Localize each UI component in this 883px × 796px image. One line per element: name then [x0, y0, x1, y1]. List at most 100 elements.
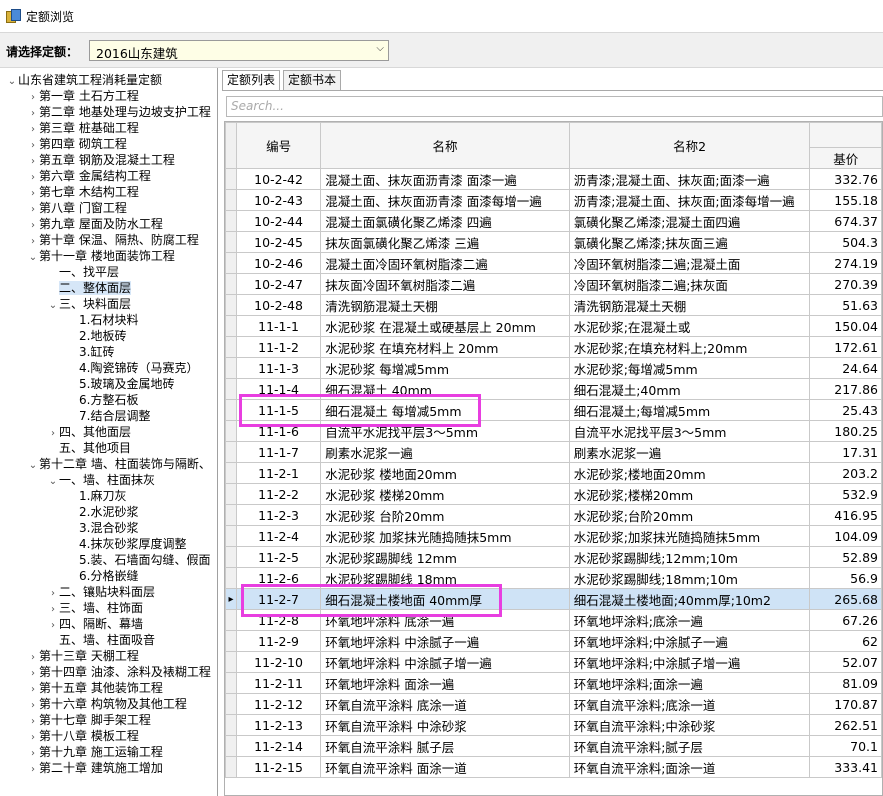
- cell-price[interactable]: 56.9: [809, 567, 882, 589]
- tree-node[interactable]: 5.装、石墙面勾缝、假面: [67, 552, 210, 568]
- cell-name2[interactable]: 清洗钢筋混凝土天棚: [568, 294, 811, 316]
- table-row[interactable]: 11-2-14 环氧自流平涂料 腻子层 环氧自流平涂料;腻子层 70.1: [225, 735, 882, 757]
- tree-node[interactable]: › 四、隔断、幕墙: [47, 616, 143, 632]
- cell-name[interactable]: 环氧地坪涂料 面涂一遍: [320, 672, 570, 694]
- col-header-code[interactable]: 编号: [235, 122, 322, 169]
- row-header[interactable]: [225, 336, 237, 358]
- cell-name2[interactable]: 水泥砂浆;加浆抹光随捣随抹5mm: [568, 525, 811, 547]
- table-row[interactable]: 11-1-3 水泥砂浆 每增减5mm 水泥砂浆;每增减5mm 24.64: [225, 357, 882, 379]
- cell-name[interactable]: 水泥砂浆 在混凝土或硬基层上 20mm: [320, 315, 570, 337]
- tree-node[interactable]: › 第四章 砌筑工程: [27, 136, 127, 152]
- cell-code[interactable]: 11-2-4: [235, 525, 322, 547]
- tree-node[interactable]: 五、其他项目: [47, 440, 131, 456]
- row-header[interactable]: [225, 252, 237, 274]
- table-row[interactable]: 10-2-44 混凝土面氯磺化聚乙烯漆 四遍 氯磺化聚乙烯漆;混凝土面四遍 674.3…: [225, 210, 882, 232]
- row-header[interactable]: [225, 651, 237, 673]
- cell-name2[interactable]: 环氧地坪涂料;中涂腻子增一遍: [568, 651, 811, 673]
- tree-node[interactable]: ⌄ 一、墙、柱面抹灰: [47, 472, 155, 488]
- cell-name[interactable]: 清洗钢筋混凝土天棚: [320, 294, 570, 316]
- col-header-name2[interactable]: 名称2: [568, 122, 811, 169]
- quota-grid[interactable]: 编号 名称 名称2 基价 10-2-42 混凝土面、抹灰面沥青漆 面漆一遍 沥青漆;…: [224, 121, 883, 796]
- cell-name[interactable]: 水泥砂浆 在填充材料上 20mm: [320, 336, 570, 358]
- cell-code[interactable]: 11-2-9: [235, 630, 322, 652]
- cell-price[interactable]: 104.09: [809, 525, 882, 547]
- cell-name[interactable]: 水泥砂浆 台阶20mm: [320, 504, 570, 526]
- tree-node[interactable]: › 第十五章 其他装饰工程: [27, 680, 163, 696]
- cell-code[interactable]: 11-2-10: [235, 651, 322, 673]
- quota-select[interactable]: 2016山东建筑 ⌵: [89, 40, 389, 61]
- cell-name[interactable]: 混凝土面、抹灰面沥青漆 面漆一遍: [320, 168, 570, 190]
- cell-code[interactable]: 11-2-11: [235, 672, 322, 694]
- tree-node[interactable]: › 第七章 木结构工程: [27, 184, 139, 200]
- tree-node[interactable]: › 第十七章 脚手架工程: [27, 712, 151, 728]
- cell-price[interactable]: 81.09: [809, 672, 882, 694]
- table-row[interactable]: 10-2-46 混凝土面冷固环氧树脂漆二遍 冷固环氧树脂漆二遍;混凝土面 274.19: [225, 252, 882, 274]
- row-header[interactable]: [225, 525, 237, 547]
- tree-node[interactable]: › 三、墙、柱饰面: [47, 600, 143, 616]
- cell-name2[interactable]: 细石混凝土楼地面;40mm厚;10m2: [568, 588, 811, 610]
- cell-name[interactable]: 抹灰面冷固环氧树脂漆二遍: [320, 273, 570, 295]
- cell-price[interactable]: 150.04: [809, 315, 882, 337]
- tab-quota-list[interactable]: 定额列表: [222, 70, 281, 91]
- cell-code[interactable]: 11-2-14: [235, 735, 322, 757]
- cell-name2[interactable]: 水泥砂浆;在填充材料上;20mm: [568, 336, 811, 358]
- tree-node[interactable]: 一、找平层: [47, 264, 119, 280]
- tree-node[interactable]: › 第五章 钢筋及混凝土工程: [27, 152, 175, 168]
- row-header[interactable]: [225, 168, 237, 190]
- cell-price[interactable]: 51.63: [809, 294, 882, 316]
- row-header[interactable]: [225, 567, 237, 589]
- table-row[interactable]: 10-2-42 混凝土面、抹灰面沥青漆 面漆一遍 沥青漆;混凝土面、抹灰面;面漆一遍…: [225, 168, 882, 190]
- cell-code[interactable]: 10-2-47: [235, 273, 322, 295]
- table-row[interactable]: 11-2-12 环氧自流平涂料 底涂一道 环氧自流平涂料;底涂一道 170.87: [225, 693, 882, 715]
- cell-price[interactable]: 172.61: [809, 336, 882, 358]
- cell-price[interactable]: 180.25: [809, 420, 882, 442]
- cell-code[interactable]: 11-1-2: [235, 336, 322, 358]
- cell-code[interactable]: 11-1-7: [235, 441, 322, 463]
- tree-node[interactable]: ⌄ 三、块料面层: [47, 296, 131, 312]
- cell-name2[interactable]: 水泥砂浆踢脚线;12mm;10m: [568, 546, 811, 568]
- table-row[interactable]: 11-2-10 环氧地坪涂料 中涂腻子增一遍 环氧地坪涂料;中涂腻子增一遍 52.07: [225, 651, 882, 673]
- row-header[interactable]: [225, 693, 237, 715]
- cell-name[interactable]: 抹灰面氯磺化聚乙烯漆 三遍: [320, 231, 570, 253]
- row-header[interactable]: [225, 609, 237, 631]
- cell-price[interactable]: 67.26: [809, 609, 882, 631]
- cell-code[interactable]: 11-2-13: [235, 714, 322, 736]
- cell-price[interactable]: 24.64: [809, 357, 882, 379]
- cell-name2[interactable]: 沥青漆;混凝土面、抹灰面;面漆一遍: [568, 168, 811, 190]
- table-row[interactable]: 11-2-3 水泥砂浆 台阶20mm 水泥砂浆;台阶20mm 416.95: [225, 504, 882, 526]
- chapter-tree[interactable]: ⌄ 山东省建筑工程消耗量定额 › 第一章 土石方工程 › 第二章 地基处理与边坡支护工程 ›…: [0, 68, 218, 796]
- tree-node[interactable]: 4.抹灰砂浆厚度调整: [67, 536, 186, 552]
- cell-price[interactable]: 70.1: [809, 735, 882, 757]
- expand-icon[interactable]: ⌄: [27, 250, 39, 266]
- tree-node[interactable]: › 第九章 屋面及防水工程: [27, 216, 163, 232]
- cell-name[interactable]: 环氧自流平涂料 腻子层: [320, 735, 570, 757]
- cell-price[interactable]: 52.07: [809, 651, 882, 673]
- tree-node[interactable]: 6.方整石板: [67, 392, 138, 408]
- table-row[interactable]: 10-2-47 抹灰面冷固环氧树脂漆二遍 冷固环氧树脂漆二遍;抹灰面 270.39: [225, 273, 882, 295]
- cell-name2[interactable]: 环氧自流平涂料;中涂砂浆: [568, 714, 811, 736]
- tab-quota-book[interactable]: 定额书本: [283, 70, 342, 90]
- table-row[interactable]: 11-2-2 水泥砂浆 楼梯20mm 水泥砂浆;楼梯20mm 532.9: [225, 483, 882, 505]
- expand-icon[interactable]: ⌄: [47, 298, 59, 314]
- table-row[interactable]: 11-2-1 水泥砂浆 楼地面20mm 水泥砂浆;楼地面20mm 203.2: [225, 462, 882, 484]
- cell-name2[interactable]: 水泥砂浆;楼梯20mm: [568, 483, 811, 505]
- tree-node[interactable]: 1.麻刀灰: [67, 488, 126, 504]
- cell-name2[interactable]: 沥青漆;混凝土面、抹灰面;面漆每增一遍: [568, 189, 811, 211]
- cell-name2[interactable]: 水泥砂浆;楼地面20mm: [568, 462, 811, 484]
- table-row[interactable]: 10-2-48 清洗钢筋混凝土天棚 清洗钢筋混凝土天棚 51.63: [225, 294, 882, 316]
- table-row[interactable]: 11-2-9 环氧地坪涂料 中涂腻子一遍 环氧地坪涂料;中涂腻子一遍 62: [225, 630, 882, 652]
- tree-node[interactable]: › 第二十章 建筑施工增加: [27, 760, 163, 776]
- collapse-icon[interactable]: ›: [27, 762, 39, 778]
- cell-name[interactable]: 水泥砂浆 加浆抹光随捣随抹5mm: [320, 525, 570, 547]
- row-header[interactable]: [225, 231, 237, 253]
- tree-node[interactable]: 3.缸砖: [67, 344, 114, 360]
- cell-code[interactable]: 10-2-44: [235, 210, 322, 232]
- cell-name[interactable]: 环氧自流平涂料 面涂一道: [320, 756, 570, 778]
- cell-price[interactable]: 532.9: [809, 483, 882, 505]
- table-row[interactable]: 11-2-11 环氧地坪涂料 面涂一遍 环氧地坪涂料;面涂一遍 81.09: [225, 672, 882, 694]
- tree-node[interactable]: › 四、其他面层: [47, 424, 131, 440]
- cell-price[interactable]: 62: [809, 630, 882, 652]
- row-header[interactable]: [225, 504, 237, 526]
- table-row[interactable]: 11-2-5 水泥砂浆踢脚线 12mm 水泥砂浆踢脚线;12mm;10m 52.89: [225, 546, 882, 568]
- row-header[interactable]: [225, 735, 237, 757]
